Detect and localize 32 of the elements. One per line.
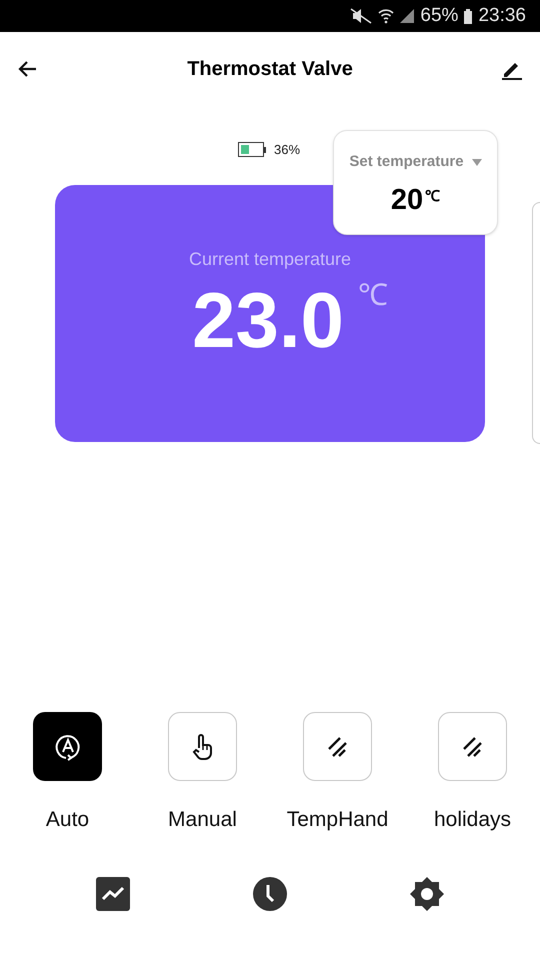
mute-icon xyxy=(350,8,372,24)
clock-time: 23:36 xyxy=(478,4,526,28)
temperature-unit: ℃ xyxy=(425,186,440,206)
signal-icon xyxy=(400,9,414,23)
mode-button[interactable] xyxy=(438,712,507,781)
page-title: Thermostat Valve xyxy=(187,57,353,82)
set-temperature-value: 20 xyxy=(390,186,424,214)
slashes-icon xyxy=(326,734,350,758)
mode-label: holidays xyxy=(434,807,512,833)
set-temperature-dropdown[interactable]: Set temperature 20℃ xyxy=(333,130,498,235)
wifi-icon xyxy=(378,8,394,24)
slashes-icon xyxy=(460,734,484,758)
mode-label: Auto xyxy=(46,807,90,833)
mode-button[interactable] xyxy=(168,712,237,781)
mode-button[interactable] xyxy=(303,712,372,781)
current-temperature-value: 23.0 xyxy=(192,281,344,359)
battery-icon xyxy=(464,8,472,24)
battery-reading: 36% xyxy=(274,141,300,159)
hand-pointer-icon xyxy=(190,734,214,760)
chart-icon[interactable] xyxy=(95,876,131,912)
set-temperature-label: Set temperature xyxy=(349,152,464,172)
mode-button[interactable] xyxy=(33,712,102,781)
battery-level-icon xyxy=(238,142,267,158)
mode-label: TempHand xyxy=(286,807,388,833)
temperature-unit: ℃ xyxy=(358,281,388,311)
auto-mode-icon xyxy=(54,732,82,760)
dropdown-caret-icon xyxy=(472,158,482,166)
battery-percent: 65% xyxy=(420,4,458,28)
settings-icon[interactable] xyxy=(409,876,445,912)
mode-label: Manual xyxy=(168,807,237,833)
current-temperature-label: Current temperature xyxy=(188,248,352,271)
clock-icon[interactable] xyxy=(252,876,288,912)
